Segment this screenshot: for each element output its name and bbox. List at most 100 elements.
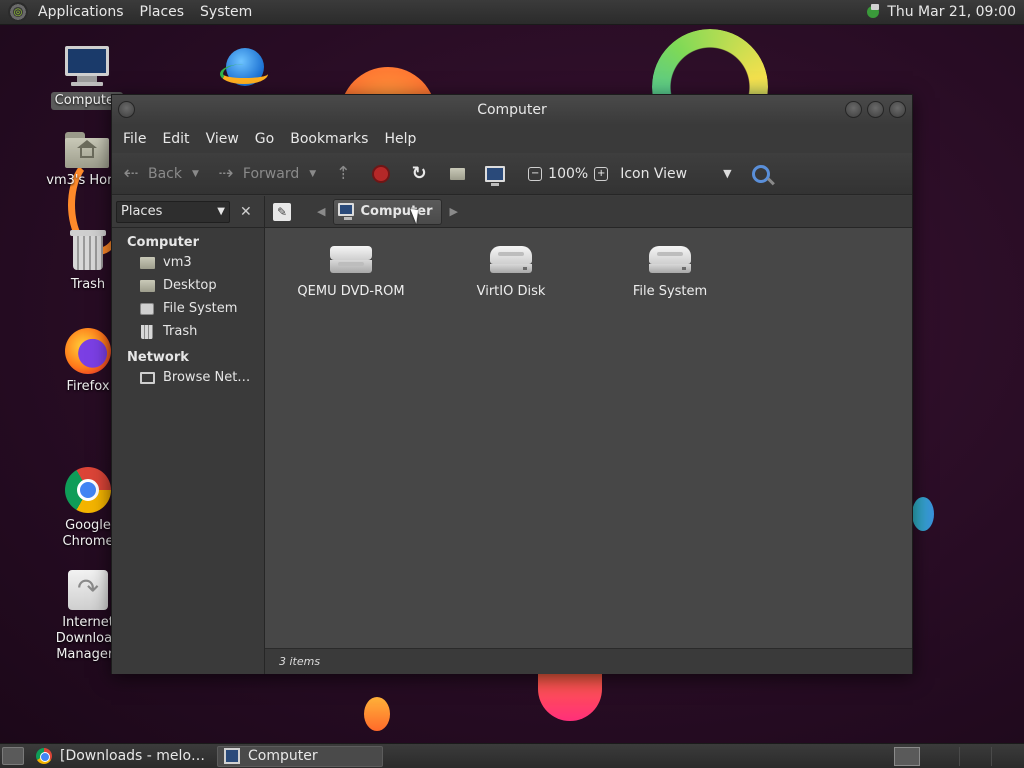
chevron-down-icon: ▼ xyxy=(217,206,225,217)
item-file-system[interactable]: File System xyxy=(600,246,740,299)
network-icon xyxy=(139,371,155,385)
zoom-in-button[interactable]: + xyxy=(594,166,609,181)
computer-icon xyxy=(338,203,355,220)
workspace-switcher-1[interactable] xyxy=(894,747,920,766)
sidebar: Places ▼ ✕ Computer vm3 Desktop File Sys… xyxy=(112,196,265,674)
maximize-button[interactable] xyxy=(867,101,884,118)
clock[interactable]: Thu Mar 21, 09:00 xyxy=(887,4,1016,20)
window-titlebar[interactable]: Computer xyxy=(112,95,912,125)
show-desktop-button[interactable] xyxy=(2,747,24,765)
close-icon[interactable]: ✕ xyxy=(240,204,252,220)
menu-file[interactable]: File xyxy=(115,131,154,147)
up-button[interactable]: ⇡ xyxy=(332,163,360,185)
home-folder-icon xyxy=(65,130,109,168)
item-qemu-dvd-rom[interactable]: QEMU DVD-ROM xyxy=(281,246,421,299)
minimize-button[interactable] xyxy=(845,101,862,118)
sidebar-item-label: vm3 xyxy=(163,255,192,270)
optical-drive-icon xyxy=(330,246,372,276)
toolbar: ⇠ Back ▼ ⇢ Forward ▼ ⇡ ↻ − 100% + Icon V… xyxy=(112,153,912,195)
system-menu[interactable]: System xyxy=(192,0,260,25)
sidebar-section-network: Network xyxy=(127,350,189,365)
computer-icon xyxy=(484,163,506,186)
reload-button[interactable]: ↻ xyxy=(408,163,436,185)
menu-view[interactable]: View xyxy=(198,131,247,147)
zoom-level: 100% xyxy=(548,165,589,182)
window-menu-button[interactable] xyxy=(118,101,135,118)
status-text: 3 items xyxy=(279,655,321,668)
taskbar-item-label: [Downloads - melo… xyxy=(60,748,206,764)
file-manager-window: Computer File Edit View Go Bookmarks Hel… xyxy=(111,94,913,674)
workspace-separator xyxy=(959,747,960,766)
wallpaper-shape-right xyxy=(912,497,934,531)
taskbar-item-computer[interactable]: Computer xyxy=(217,745,384,767)
zoom-out-button[interactable]: − xyxy=(528,166,543,181)
back-label: Back xyxy=(148,165,182,182)
arrow-left-icon: ⇠ xyxy=(123,163,139,184)
places-menu[interactable]: Places xyxy=(132,0,193,25)
sidebar-mode-value: Places xyxy=(121,204,163,219)
hard-disk-icon xyxy=(649,246,691,276)
desktop-folder-icon xyxy=(139,279,155,293)
menu-edit[interactable]: Edit xyxy=(154,131,197,147)
desktop-icon-label: Firefox xyxy=(66,379,110,394)
forward-button[interactable]: ⇢ Forward ▼ xyxy=(215,163,316,185)
workspace-separator xyxy=(991,747,992,766)
network-status-icon[interactable] xyxy=(865,4,881,20)
sidebar-item-label: Browse Net… xyxy=(163,370,251,385)
menu-bookmarks[interactable]: Bookmarks xyxy=(282,131,376,147)
globe-app-icon[interactable] xyxy=(220,48,268,92)
window-title: Computer xyxy=(477,102,547,118)
arrow-up-icon: ⇡ xyxy=(335,163,351,184)
breadcrumb-computer[interactable]: Computer xyxy=(333,198,442,225)
back-button[interactable]: ⇠ Back ▼ xyxy=(120,163,199,185)
chevron-left-icon[interactable]: ◀ xyxy=(317,205,325,218)
breadcrumb-label: Computer xyxy=(360,204,433,219)
edit-location-icon[interactable]: ✎ xyxy=(273,202,291,221)
chevron-down-icon: ▼ xyxy=(723,167,732,180)
taskbar-item-downloads[interactable]: [Downloads - melo… xyxy=(30,746,211,767)
desktop-icon-label: Trash xyxy=(70,277,106,292)
menu-go[interactable]: Go xyxy=(247,131,282,147)
reload-icon: ↻ xyxy=(411,163,427,184)
sidebar-item-vm3[interactable]: vm3 xyxy=(112,251,264,274)
home-icon xyxy=(446,163,468,185)
wallpaper-shape-small xyxy=(364,697,390,731)
sidebar-item-label: Trash xyxy=(163,324,198,339)
bottom-panel: [Downloads - melo… Computer xyxy=(0,743,1024,768)
sidebar-mode-select[interactable]: Places ▼ xyxy=(116,200,230,223)
chevron-right-icon[interactable]: ▶ xyxy=(450,205,458,218)
view-mode-select[interactable]: Icon View ▼ xyxy=(620,166,731,182)
computer-button[interactable] xyxy=(484,163,512,186)
close-button[interactable] xyxy=(889,101,906,118)
sidebar-section-computer: Computer xyxy=(127,235,200,250)
distro-logo-icon[interactable]: ◎ xyxy=(8,2,28,22)
sidebar-item-label: Desktop xyxy=(163,278,217,293)
chevron-down-icon[interactable]: ▼ xyxy=(192,169,199,179)
chevron-down-icon[interactable]: ▼ xyxy=(309,169,316,179)
drive-icon xyxy=(139,302,155,316)
stop-icon xyxy=(370,163,392,185)
idm-icon xyxy=(68,570,108,610)
menubar: File Edit View Go Bookmarks Help xyxy=(112,125,912,153)
item-label: VirtIO Disk xyxy=(476,284,546,299)
location-bar: ✎ ◀ Computer ▶ xyxy=(265,196,912,228)
computer-icon xyxy=(63,46,111,88)
icon-view[interactable]: QEMU DVD-ROM VirtIO Disk File System xyxy=(265,228,912,648)
home-button[interactable] xyxy=(446,163,474,185)
search-icon[interactable] xyxy=(751,164,770,183)
item-virtio-disk[interactable]: VirtIO Disk xyxy=(441,246,581,299)
stop-button[interactable] xyxy=(370,163,398,185)
hard-disk-icon xyxy=(490,246,532,276)
sidebar-item-trash[interactable]: Trash xyxy=(112,320,264,343)
item-label: QEMU DVD-ROM xyxy=(297,284,405,299)
applications-menu[interactable]: Applications xyxy=(30,0,132,25)
menu-help[interactable]: Help xyxy=(376,131,424,147)
sidebar-item-file-system[interactable]: File System xyxy=(112,297,264,320)
trash-icon xyxy=(139,324,155,339)
chrome-icon xyxy=(36,748,52,764)
home-folder-icon xyxy=(139,256,155,270)
arrow-right-icon: ⇢ xyxy=(218,163,234,184)
sidebar-item-browse-network[interactable]: Browse Net… xyxy=(112,366,264,389)
top-panel: ◎ Applications Places System Thu Mar 21,… xyxy=(0,0,1024,25)
sidebar-item-desktop[interactable]: Desktop xyxy=(112,274,264,297)
